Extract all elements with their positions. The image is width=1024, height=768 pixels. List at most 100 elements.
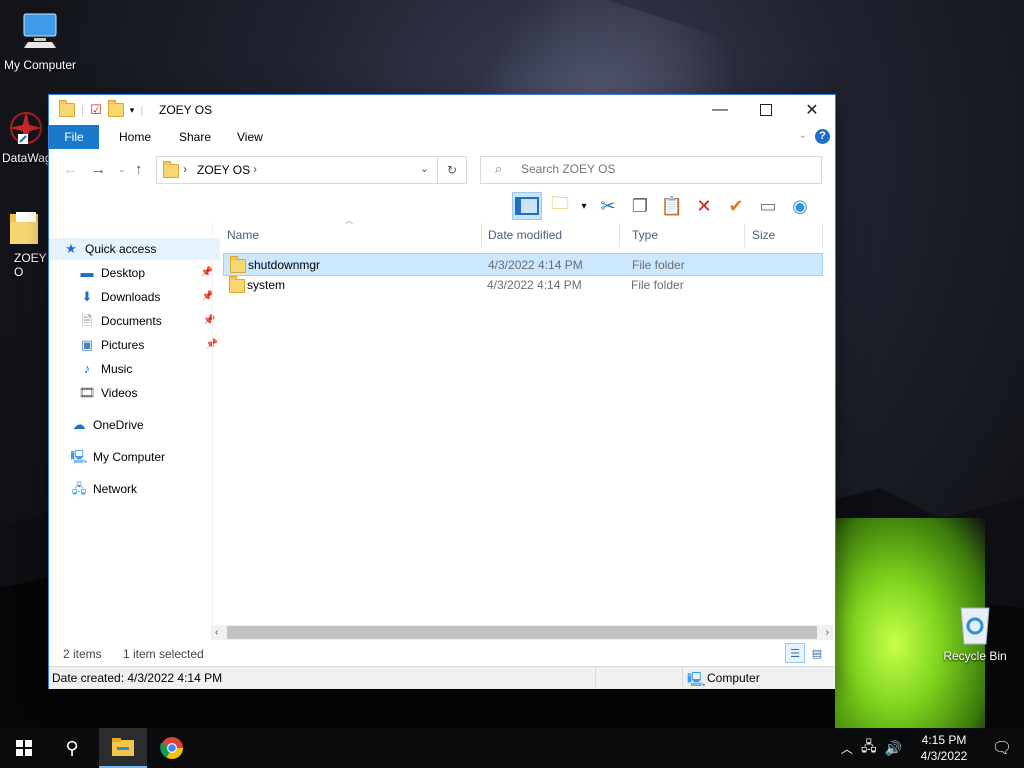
horizontal-scrollbar[interactable]: ‹ › [211,625,833,640]
tab-share[interactable]: Share [169,125,221,149]
notification-center-icon[interactable]: 🗨 [980,738,1024,758]
computer-icon [0,8,80,55]
search-input[interactable] [519,161,803,177]
search-button[interactable]: ⚲ [48,728,96,768]
maximize-button[interactable] [743,95,789,125]
clock[interactable]: 4:15 PM 4/3/2022 [908,732,980,764]
nav-quick-access[interactable]: ★ Quick access [49,238,220,260]
scrollbar-thumb[interactable] [227,626,817,639]
folder-icon [229,276,245,293]
desktop-icon-datawag[interactable]: DataWag [0,108,56,165]
search-box[interactable]: ⌕ [480,156,822,184]
copy-icon[interactable]: ❐ [626,192,654,220]
location-label: Computer [707,671,760,685]
column-header-type[interactable]: Type [626,223,745,247]
nav-item-pictures[interactable]: ▣ Pictures 📌 [79,334,219,356]
nav-item-onedrive[interactable]: ☁ OneDrive [71,414,144,436]
status-bar: 2 items 1 item selected ☰ ▤ [49,643,835,665]
refresh-button[interactable]: ↻ [437,156,467,184]
tab-file[interactable]: File [49,125,99,149]
document-icon: 🗎 [81,313,93,328]
address-bar[interactable]: › ZOEY OS › ⌄ [156,156,438,184]
delete-icon[interactable]: ✕ [690,192,718,220]
new-folder-icon[interactable]: 🗀 [546,192,574,220]
pin-icon[interactable]: 📌 [203,310,215,332]
chevron-down-icon[interactable]: ⌄ [420,162,429,175]
picture-icon: ▣ [80,337,94,352]
view-switcher: ☰ ▤ [785,643,827,663]
nav-item-music[interactable]: ♪ Music [79,358,133,380]
start-button[interactable] [0,728,48,768]
recycle-bin-icon [955,602,995,646]
scroll-left-icon[interactable]: ‹ [215,625,218,640]
scroll-right-icon[interactable]: › [826,625,829,640]
desktop-icon-label: DataWag [2,151,52,165]
help-icon[interactable]: ? [815,129,830,144]
details-bar: Date created: 4/3/2022 4:14 PM 🖳 Compute… [49,666,835,689]
properties-icon[interactable]: ☑ [90,102,102,118]
show-hidden-icons-chevron-icon[interactable]: ︿ [841,740,853,757]
title-bar: | ☑ ▾ | ZOEY OS — ✕ [49,95,835,125]
breadcrumb[interactable]: ZOEY OS [197,163,250,177]
film-icon: 🎞 [78,385,96,400]
chevron-down-icon[interactable]: ▾ [578,192,590,220]
globe-icon[interactable]: ◉ [786,192,814,220]
rename-icon[interactable]: ▭ [754,192,782,220]
nav-item-desktop[interactable]: ▬ Desktop 📌 [79,262,214,284]
file-row-system[interactable]: system 4/3/2022 4:14 PM File folder [223,274,821,295]
column-header-size[interactable]: Size [746,223,823,247]
nav-item-documents[interactable]: 🗎 Documents 📌 [79,310,216,332]
chevron-right-icon[interactable]: › [253,162,257,176]
nav-label: Downloads [101,290,161,304]
taskbar-file-explorer[interactable] [99,728,147,768]
paste-icon[interactable]: 📋 [658,192,686,220]
details-view-icon[interactable]: ☰ [785,643,805,663]
datawag-icon [6,108,46,148]
computer-icon: 🖳 [70,449,88,464]
navigation-pane: ★ Quick access ▬ Desktop 📌 ⬇ Downloads 📌… [49,235,220,635]
column-header-date-modified[interactable]: Date modified [482,223,620,247]
chevron-down-icon[interactable]: ⌄ [799,130,807,141]
tab-home[interactable]: Home [109,125,161,149]
minimize-button[interactable]: — [697,95,743,125]
preview-pane-icon[interactable] [512,192,542,220]
new-folder-icon[interactable] [107,100,124,117]
desktop-icon-my-computer[interactable]: My Computer [0,8,80,72]
desktop-icon-recycle-bin[interactable]: Recycle Bin [935,602,1015,663]
desktop-icon-label: Recycle Bin [943,649,1007,663]
folder-icon [163,161,179,178]
date-created: Date created: 4/3/2022 4:14 PM [52,671,223,685]
ribbon-tabs: File Home Share View ⌄ ? [49,125,835,149]
desktop-icon: ▬ [80,265,94,280]
close-button[interactable]: ✕ [789,95,835,125]
chevron-down-icon[interactable]: ▾ [130,105,135,116]
download-arrow-icon: ⬇ [81,289,93,304]
check-icon[interactable]: ✔ [722,192,750,220]
search-icon: ⌕ [495,161,503,176]
file-type: File folder [631,278,684,292]
address-row: ← → ⌄ ↑ › ZOEY OS › ⌄ ↻ ⌕ [49,153,835,187]
file-name: shutdownmgr [248,258,321,272]
clock-time: 4:15 PM [921,733,967,747]
nav-item-downloads[interactable]: ⬇ Downloads 📌 [79,286,215,308]
nav-item-my-computer[interactable]: 🖳 My Computer [70,446,165,468]
forward-arrow-icon[interactable]: → [91,161,106,178]
desktop-icon-zoey-os[interactable]: ZOEY O [0,208,50,279]
recent-locations-chevron-icon[interactable]: ⌄ [118,164,126,175]
volume-icon[interactable]: 🔊 [885,740,902,757]
network-icon[interactable]: 🖧 [861,736,877,760]
computer-icon: 🖳 [687,671,706,687]
file-explorer-window: | ☑ ▾ | ZOEY OS — ✕ File Home Share View… [49,95,835,689]
tab-view[interactable]: View [227,125,273,149]
pane-divider[interactable] [212,223,213,633]
back-arrow-icon[interactable]: ← [63,161,78,178]
cloud-icon: ☁ [72,417,86,432]
large-icons-view-icon[interactable]: ▤ [807,643,827,663]
nav-item-network[interactable]: 🖧 Network [71,478,137,500]
up-arrow-icon[interactable]: ↑ [135,161,143,178]
cut-icon[interactable]: ✂ [594,192,622,220]
column-header-name[interactable]: Name [221,223,482,247]
taskbar-chrome[interactable] [148,728,196,768]
nav-item-videos[interactable]: 🎞 Videos [78,382,138,404]
file-row-shutdownmgr[interactable]: shutdownmgr 4/3/2022 4:14 PM File folder [223,253,823,276]
